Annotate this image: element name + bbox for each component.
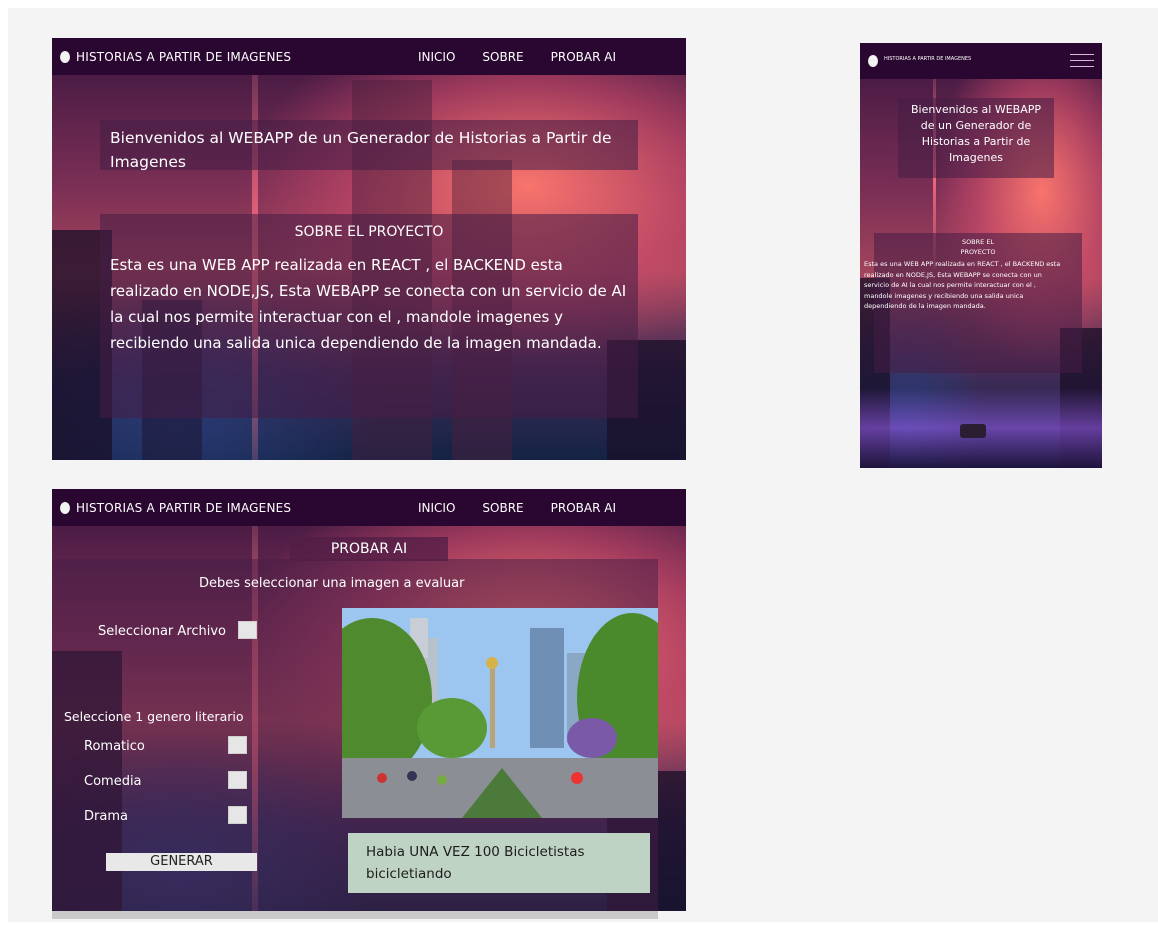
instruction-text: Debes seleccionar una imagen a evaluar	[199, 576, 465, 591]
nav-link-inicio[interactable]: INICIO	[418, 501, 455, 515]
brand-title[interactable]: HISTORIAS A PARTIR DE IMAGENES	[76, 501, 291, 515]
nav-links: INICIO SOBRE PROBAR AI	[418, 38, 616, 75]
result-story-box: Habia UNA VEZ 100 Bicicletistas biciclet…	[348, 833, 650, 893]
nav-link-sobre[interactable]: SOBRE	[482, 50, 523, 64]
about-text: Esta es una WEB APP realizada en REACT ,…	[110, 256, 627, 352]
genre-checkbox-romantico[interactable]	[228, 736, 247, 754]
top-navbar: HISTORIAS A PARTIR DE IMAGENES INICIO SO…	[52, 489, 686, 526]
nav-link-inicio[interactable]: INICIO	[418, 50, 455, 64]
genre-checkbox-comedia[interactable]	[228, 771, 247, 789]
select-file-button[interactable]	[238, 621, 257, 639]
about-section: SOBRE EL PROYECTO Esta es una WEB APP re…	[864, 233, 1082, 373]
logo-icon	[60, 501, 70, 514]
hero-title: Bienvenidos al WEBAPP de un Generador de…	[898, 98, 1054, 178]
desktop-home-frame: HISTORIAS A PARTIR DE IMAGENES INICIO SO…	[52, 38, 686, 460]
mobile-home-frame: HISTORIAS A PARTIR DE IMAGENES Bienvenid…	[860, 43, 1102, 468]
nav-link-probar-ai[interactable]: PROBAR AI	[551, 501, 616, 515]
top-navbar: HISTORIAS A PARTIR DE IMAGENES INICIO SO…	[52, 38, 686, 75]
generate-button[interactable]: GENERAR	[106, 853, 257, 871]
uploaded-image	[342, 608, 658, 818]
genre-label-comedia: Comedia	[84, 774, 142, 789]
nav-link-sobre[interactable]: SOBRE	[482, 501, 523, 515]
desktop-ai-frame: HISTORIAS A PARTIR DE IMAGENES INICIO SO…	[52, 489, 686, 911]
genre-prompt: Seleccione 1 genero literario	[64, 709, 244, 724]
ai-page-title: PROBAR AI	[290, 537, 448, 561]
logo-icon	[60, 50, 70, 63]
mobile-navbar: HISTORIAS A PARTIR DE IMAGENES	[860, 43, 1102, 79]
brand-title[interactable]: HISTORIAS A PARTIR DE IMAGENES	[884, 56, 971, 62]
genre-label-drama: Drama	[84, 809, 128, 824]
about-text: Esta es una WEB APP realizada en REACT ,…	[864, 260, 1061, 311]
hero-title: Bienvenidos al WEBAPP de un Generador de…	[100, 120, 638, 171]
nav-links: INICIO SOBRE PROBAR AI	[418, 489, 616, 526]
about-section: SOBRE EL PROYECTO Esta es una WEB APP re…	[100, 214, 638, 418]
nav-link-probar-ai[interactable]: PROBAR AI	[551, 50, 616, 64]
brand-title[interactable]: HISTORIAS A PARTIR DE IMAGENES	[76, 50, 291, 64]
street-photo-image	[342, 608, 658, 818]
frame-shadow	[52, 911, 658, 919]
genre-checkbox-drama[interactable]	[228, 806, 247, 824]
design-canvas: HISTORIAS A PARTIR DE IMAGENES INICIO SO…	[8, 8, 1158, 922]
about-heading: SOBRE EL PROYECTO	[960, 238, 996, 256]
hamburger-menu-icon[interactable]	[1070, 54, 1094, 68]
genre-label-romantico: Romatico	[84, 739, 145, 754]
select-file-label: Seleccionar Archivo	[98, 624, 227, 639]
about-heading: SOBRE EL PROYECTO	[294, 224, 444, 240]
logo-icon	[868, 55, 878, 67]
